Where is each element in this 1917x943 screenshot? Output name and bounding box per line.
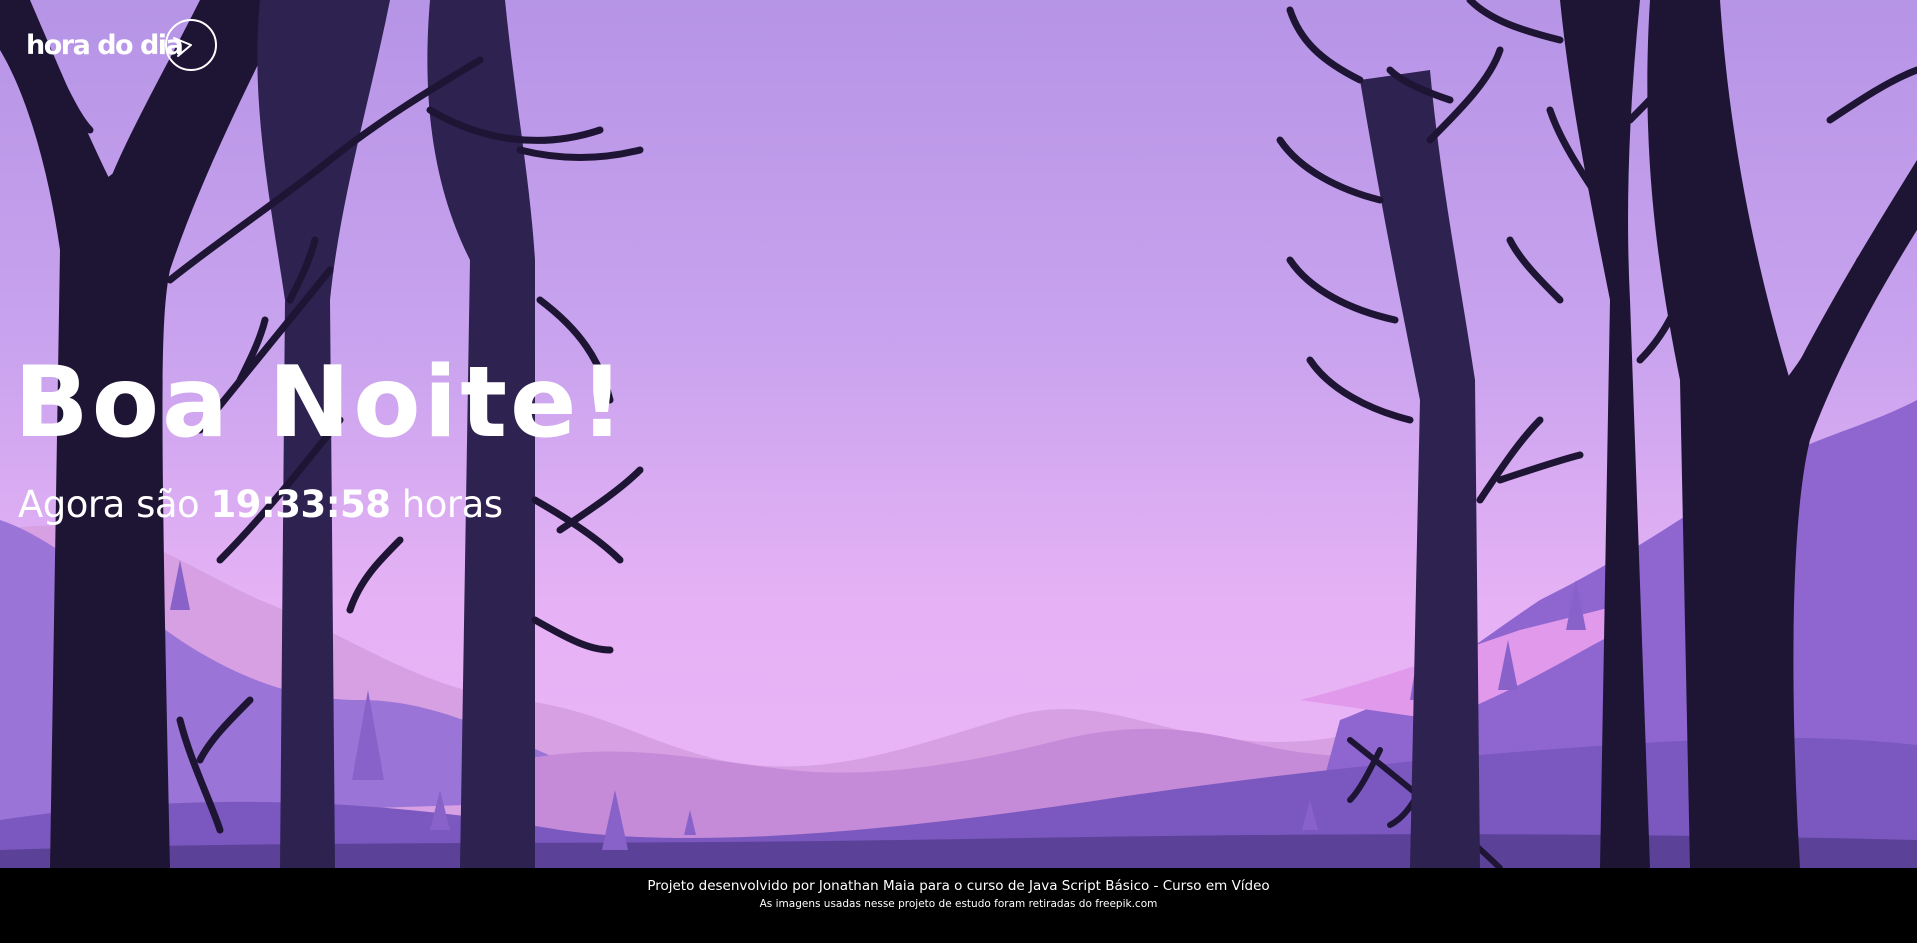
- greeting-heading: Boa Noite!: [14, 346, 628, 460]
- footer-credit: Projeto desenvolvido por Jonathan Maia p…: [647, 878, 1270, 894]
- logo-text: hora do dia: [26, 29, 184, 61]
- page-footer: Projeto desenvolvido por Jonathan Maia p…: [0, 868, 1917, 943]
- site-logo[interactable]: hora do dia: [26, 18, 217, 72]
- time-suffix: horas: [401, 483, 503, 526]
- footer-images-credit: As imagens usadas nesse projeto de estud…: [759, 898, 1158, 910]
- time-prefix: Agora são: [18, 483, 200, 526]
- current-time-text: Agora são 19:33:58 horas: [18, 480, 503, 530]
- time-value: 19:33:58: [210, 483, 391, 526]
- background-scene: hora do dia Boa Noite! Agora são 19:33:5…: [0, 0, 1917, 868]
